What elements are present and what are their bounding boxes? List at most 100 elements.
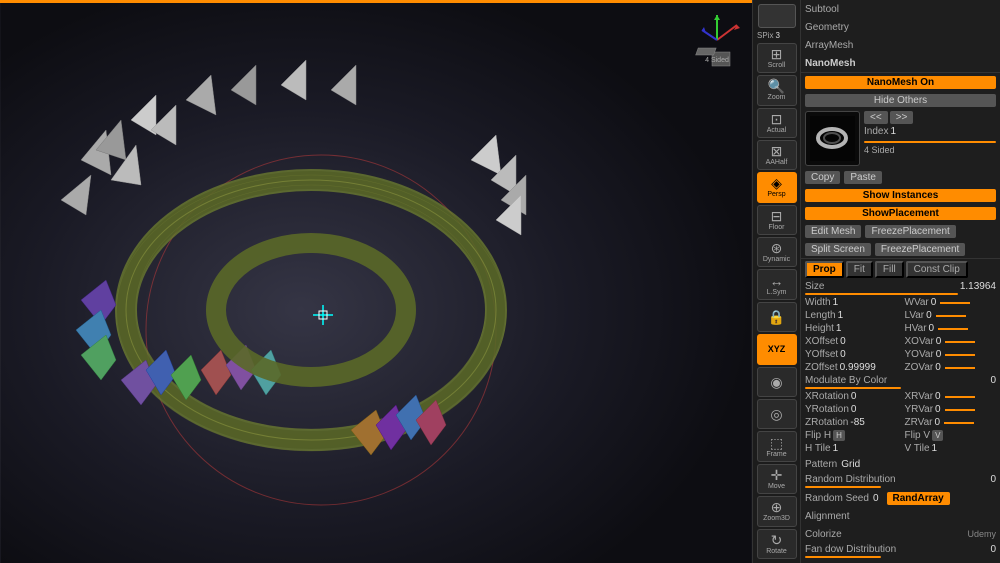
nanomesh-on-button[interactable]: NanoMesh On xyxy=(805,76,996,89)
xovar-slider[interactable] xyxy=(945,341,975,343)
zrvar-value: 0 xyxy=(934,417,940,428)
zoom3d-button[interactable]: ⊕ Zoom3D xyxy=(757,496,797,526)
modulate-slider[interactable] xyxy=(805,387,901,389)
lock-button[interactable]: 🔒 xyxy=(757,302,797,332)
zrvar-slider[interactable] xyxy=(944,422,974,424)
const-clip-tab-button[interactable]: Const Clip xyxy=(906,261,968,278)
size-value: 1.13964 xyxy=(960,281,996,292)
yovar-slider[interactable] xyxy=(945,354,975,356)
freeze-placement-button[interactable]: FreezePlacement xyxy=(865,225,955,238)
width-label: Width xyxy=(805,297,831,308)
random-seed-value: 0 xyxy=(873,493,879,504)
yrotation-value: 0 xyxy=(851,404,857,415)
vtile-value: 1 xyxy=(932,443,938,454)
actual-tool-button[interactable]: ⊡ Actual xyxy=(757,108,797,138)
hide-others-row: Hide Others xyxy=(801,91,1000,109)
height-row: Height 1 HVar 0 xyxy=(801,322,1000,335)
actual-label: Actual xyxy=(767,127,786,134)
light1-button[interactable]: ◉ xyxy=(757,367,797,397)
pattern-value: Grid xyxy=(841,459,860,470)
frame-button[interactable]: ⬚ Frame xyxy=(757,431,797,461)
wvar-slider[interactable] xyxy=(940,302,970,304)
htile-label: H Tile xyxy=(805,443,831,454)
flipv-label: Flip V xyxy=(905,430,931,441)
length-label: Length xyxy=(805,310,836,321)
nav-prev-button[interactable]: << xyxy=(864,111,888,124)
copy-button[interactable]: Copy xyxy=(805,171,840,184)
xyz-button[interactable]: XYZ xyxy=(757,334,797,364)
fan-dow-slider[interactable] xyxy=(805,556,881,558)
bpr-button[interactable] xyxy=(758,4,796,28)
persp-label: Persp xyxy=(767,191,785,198)
zovar-slider[interactable] xyxy=(945,367,975,369)
index-label: Index xyxy=(864,126,888,137)
fit-tab-button[interactable]: Fit xyxy=(846,261,873,278)
yrvar-slider[interactable] xyxy=(945,409,975,411)
show-placement-button[interactable]: ShowPlacement xyxy=(805,207,996,220)
index-slider[interactable] xyxy=(864,141,996,143)
light2-button[interactable]: ◎ xyxy=(757,399,797,429)
yoffset-value: 0 xyxy=(840,349,846,360)
lvar-slider[interactable] xyxy=(936,315,966,317)
flipv-button[interactable]: V xyxy=(932,430,943,441)
edit-mesh-button[interactable]: Edit Mesh xyxy=(805,225,861,238)
prop-tab-button[interactable]: Prop xyxy=(805,261,844,278)
freeze-placement-button2[interactable]: FreezePlacement xyxy=(875,243,965,256)
aahalf-tool-button[interactable]: ⊠ AAHalf xyxy=(757,140,797,170)
randarray-button[interactable]: RandArray xyxy=(887,492,950,505)
nav-next-button[interactable]: >> xyxy=(890,111,914,124)
rotate-button[interactable]: ↻ Rotate xyxy=(757,529,797,559)
floor-tool-button[interactable]: ⊟ Floor xyxy=(757,205,797,235)
hvar-label: HVar xyxy=(905,323,927,334)
index-row: Index 1 xyxy=(864,126,996,137)
show-instances-button[interactable]: Show Instances xyxy=(805,189,996,202)
colorize-row: Colorize Udemy xyxy=(801,525,1000,543)
viewport[interactable]: 4 Sided xyxy=(0,0,752,563)
fill-tab-button[interactable]: Fill xyxy=(875,261,904,278)
split-screen-button[interactable]: Split Screen xyxy=(805,243,871,256)
fan-dow-row: Fan dow Distribution 0 xyxy=(801,543,1000,559)
aahalf-label: AAHalf xyxy=(766,159,788,166)
random-dist-slider[interactable] xyxy=(805,486,881,488)
flip-row: Flip H H Flip V V xyxy=(801,429,1000,442)
yrvar-label: YRVar xyxy=(905,404,934,415)
zoom3d-icon: ⊕ xyxy=(771,500,783,514)
fliph-button[interactable]: H xyxy=(833,430,845,441)
xrvar-value: 0 xyxy=(935,391,941,402)
paste-button[interactable]: Paste xyxy=(844,171,882,184)
xoffset-label: XOffset xyxy=(805,336,838,347)
fliph-label: Flip H xyxy=(805,430,831,441)
light1-icon: ◉ xyxy=(770,375,782,389)
nanomesh-section: NanoMesh On Hide Others << xyxy=(801,73,1000,259)
alignment-label: Alignment xyxy=(805,511,849,522)
hide-others-button[interactable]: Hide Others xyxy=(805,94,996,107)
size-slider[interactable] xyxy=(805,293,958,295)
actual-icon: ⊡ xyxy=(771,112,783,126)
preview-row: << >> Index 1 4 Sided xyxy=(801,109,1000,168)
wvar-value: 0 xyxy=(931,297,937,308)
xyz-label: XYZ xyxy=(768,344,786,354)
subtool-row: Subtool xyxy=(801,0,1000,18)
zrotation-value: -85 xyxy=(850,417,864,428)
lock-icon: 🔒 xyxy=(768,310,785,324)
hvar-slider[interactable] xyxy=(938,328,968,330)
orientation-gizmo: 4 Sided xyxy=(692,10,742,70)
right-panel: Subtool Geometry ArrayMesh NanoMesh Nano… xyxy=(800,0,1000,563)
xovar-label: XOVar xyxy=(905,336,934,347)
persp-tool-button[interactable]: ◈ Persp xyxy=(757,172,797,202)
xrvar-slider[interactable] xyxy=(945,396,975,398)
height-value: 1 xyxy=(836,323,842,334)
zoffset-row: ZOffset 0.99999 ZOVar 0 xyxy=(801,361,1000,374)
scroll-tool-button[interactable]: ⊞ Scroll xyxy=(757,43,797,73)
dynamic-tool-button[interactable]: ⊛ Dynamic xyxy=(757,237,797,267)
right-toolbar: SPix 3 ⊞ Scroll 🔍 Zoom ⊡ Actual ⊠ AAHalf… xyxy=(752,0,800,563)
zoom-tool-button[interactable]: 🔍 Zoom xyxy=(757,75,797,105)
pattern-row: Pattern Grid xyxy=(801,455,1000,473)
index-value: 1 xyxy=(890,126,896,137)
fan-dow-label: Fan dow Distribution xyxy=(805,544,896,555)
zoffset-label: ZOffset xyxy=(805,362,838,373)
move-button[interactable]: ✛ Move xyxy=(757,464,797,494)
modulate-value: 0 xyxy=(990,375,996,386)
lsym-tool-button[interactable]: ↔ L.Sym xyxy=(757,269,797,299)
persp-icon: ◈ xyxy=(771,176,782,190)
